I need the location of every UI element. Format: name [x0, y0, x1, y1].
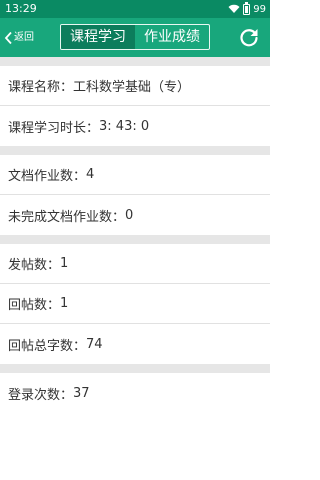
row-label: 未完成文档作业数： — [8, 209, 126, 225]
course-stats: 课程名称： 工科数学基础（专） 课程学习时长： 3: 43: 0 文档作业数： 4 未… — [0, 57, 270, 480]
row-value: 0 — [125, 207, 134, 223]
section-homework: 文档作业数： 4 未完成文档作业数： 0 — [0, 155, 270, 235]
row-value: 工科数学基础（专） — [73, 80, 191, 95]
section-divider — [0, 57, 270, 66]
chevron-left-icon — [4, 31, 12, 45]
section-course: 课程名称： 工科数学基础（专） 课程学习时长： 3: 43: 0 — [0, 66, 270, 146]
wifi-icon — [228, 4, 240, 13]
row-label: 登录次数： — [8, 387, 74, 403]
row-study-duration: 课程学习时长： 3: 43: 0 — [0, 106, 270, 146]
section-forum: 发帖数： 1 回帖数： 1 回帖总字数： 74 — [0, 244, 270, 364]
row-value: 74 — [86, 336, 103, 352]
nav-bar: 返回 课程学习 作业成绩 — [0, 18, 270, 57]
section-divider — [0, 235, 270, 244]
row-label: 发帖数： — [8, 258, 61, 273]
row-reply-word-count: 回帖总字数： 74 — [0, 324, 270, 364]
row-reply-count: 回帖数： 1 — [0, 284, 270, 324]
refresh-icon[interactable] — [238, 26, 260, 48]
status-time: 13:29 — [5, 2, 37, 15]
row-login-count: 登录次数： 37 — [0, 373, 270, 413]
row-value: 37 — [73, 385, 90, 401]
row-label: 文档作业数： — [8, 169, 87, 184]
row-value: 1 — [60, 256, 69, 271]
tab-homework-grades[interactable]: 作业成绩 — [135, 25, 209, 49]
row-unfinished-homework-count: 未完成文档作业数： 0 — [0, 195, 270, 235]
row-label: 课程名称： — [8, 80, 74, 95]
row-course-name: 课程名称： 工科数学基础（专） — [0, 66, 270, 106]
section-divider — [0, 146, 270, 155]
row-label: 课程学习时长： — [8, 120, 100, 136]
row-value: 4 — [86, 167, 95, 182]
battery-level: 99 — [253, 3, 266, 15]
status-bar: 13:29 99 — [0, 0, 270, 18]
back-label: 返回 — [14, 32, 34, 43]
status-icons: 99 — [228, 1, 266, 16]
row-doc-homework-count: 文档作业数： 4 — [0, 155, 270, 195]
row-post-count: 发帖数： 1 — [0, 244, 270, 284]
row-label: 回帖数： — [8, 298, 61, 313]
back-button[interactable]: 返回 — [4, 28, 34, 48]
section-login: 登录次数： 37 — [0, 373, 270, 413]
row-label: 回帖总字数： — [8, 338, 87, 354]
tab-course-study[interactable]: 课程学习 — [61, 25, 135, 49]
tab-switcher: 课程学习 作业成绩 — [60, 24, 210, 50]
battery-icon — [243, 1, 251, 15]
row-value: 1 — [60, 296, 69, 311]
section-divider — [0, 364, 270, 373]
row-value: 3: 43: 0 — [99, 118, 150, 134]
